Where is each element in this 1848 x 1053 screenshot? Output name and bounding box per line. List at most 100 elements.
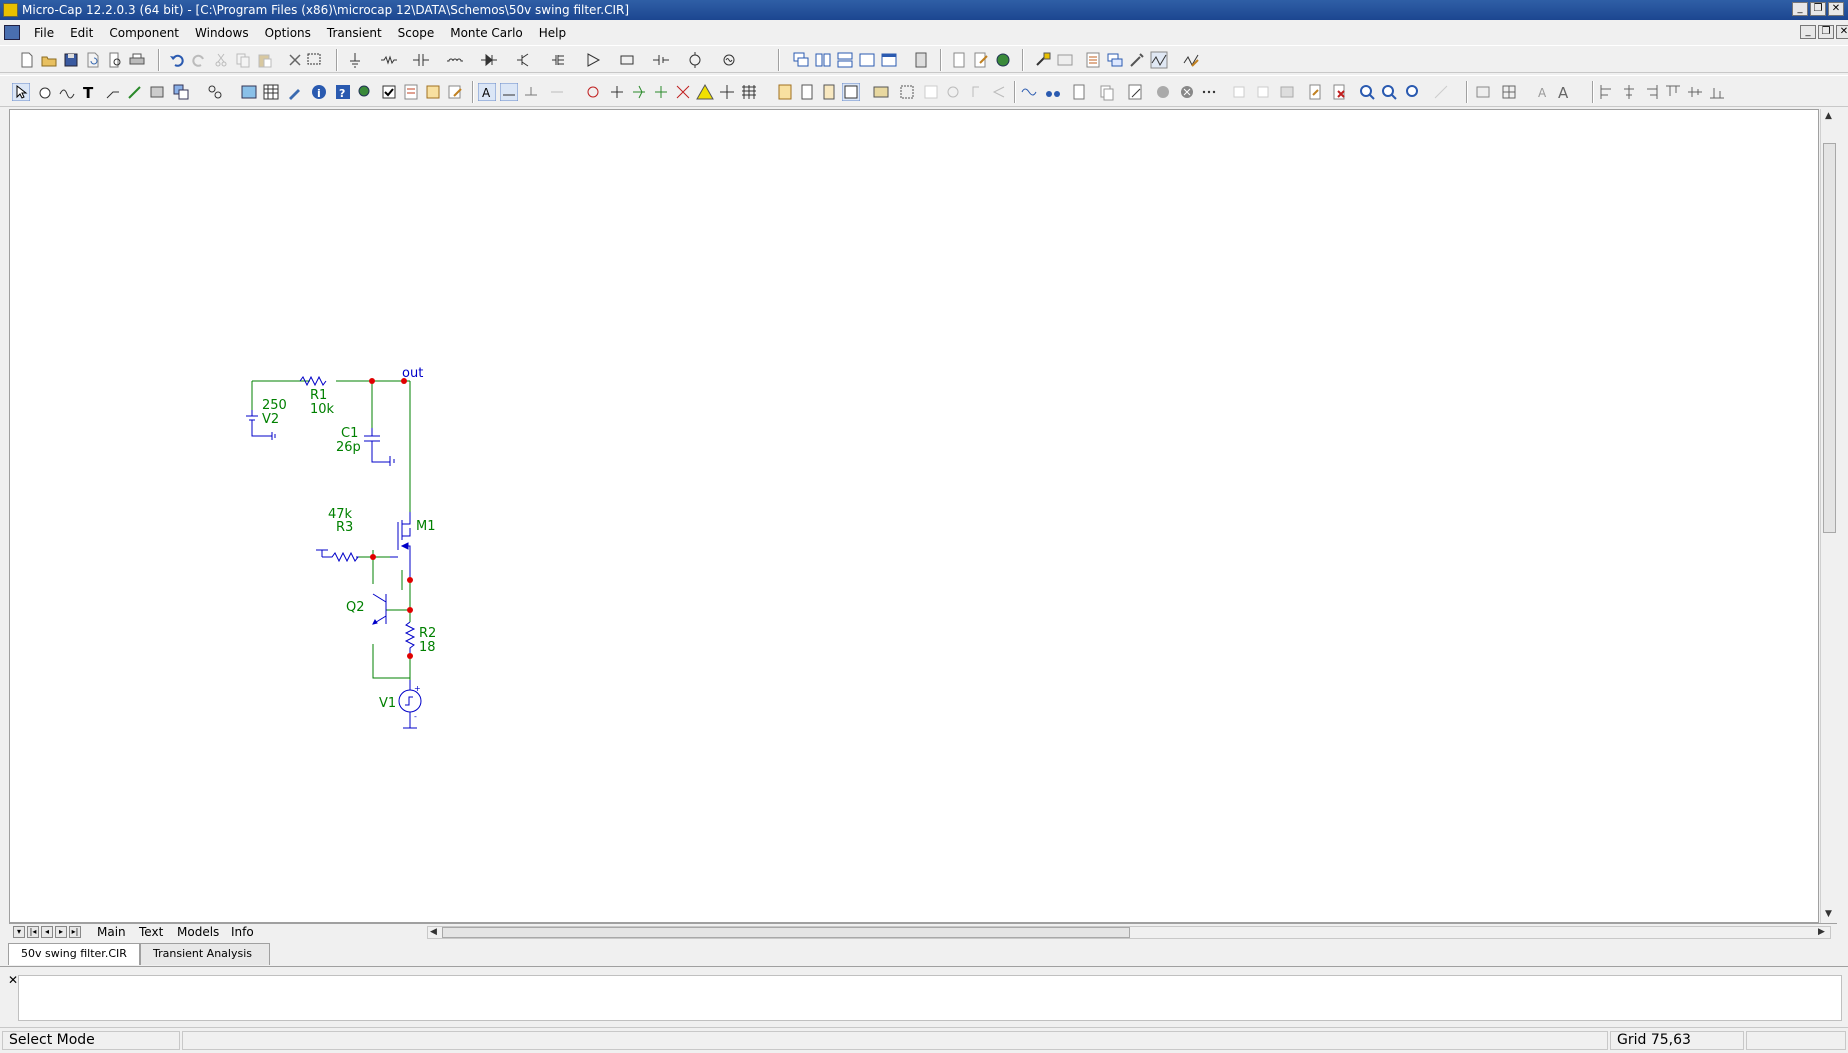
copy-icon[interactable] — [234, 51, 252, 69]
page-icon[interactable] — [950, 51, 968, 69]
crosshair-icon[interactable] — [718, 83, 736, 101]
app-icon[interactable] — [3, 3, 18, 17]
import-icon[interactable] — [1306, 83, 1324, 101]
maximize-window-icon[interactable] — [880, 51, 898, 69]
shapes-icon[interactable] — [172, 83, 190, 101]
grid-icon[interactable] — [740, 83, 758, 101]
binoculars-icon[interactable] — [1044, 83, 1062, 101]
waveform-icon[interactable] — [1150, 51, 1168, 69]
tab-last-icon[interactable]: ▸| — [69, 926, 81, 938]
flag-icon[interactable] — [206, 83, 224, 101]
find-text-icon[interactable] — [1020, 83, 1038, 101]
page-scale-icon[interactable] — [842, 83, 860, 101]
scroll-right-icon[interactable]: ▶ — [1818, 927, 1825, 937]
picture-icon[interactable] — [240, 83, 258, 101]
doc-tab-transient-analysis[interactable]: Transient Analysis — [140, 943, 270, 965]
text-tool-icon[interactable]: T — [80, 83, 98, 101]
zoom-in-icon[interactable] — [1358, 83, 1376, 101]
sheet-tab-main[interactable]: Main — [97, 925, 126, 939]
menu-monte-carlo[interactable]: Monte Carlo — [442, 26, 531, 40]
opamp-component-icon[interactable] — [584, 51, 602, 69]
image-icon[interactable] — [1278, 83, 1296, 101]
output-text-area[interactable] — [18, 975, 1842, 1021]
tile-vertical-icon[interactable] — [814, 51, 832, 69]
doc-copy-icon[interactable] — [1098, 83, 1116, 101]
schematic-canvas[interactable]: 250 V2 R1 10k C1 26p out M1 47k R3 Q2 R2… — [9, 109, 1819, 923]
crossover-icon[interactable] — [674, 83, 692, 101]
step-in-icon[interactable] — [1154, 83, 1172, 101]
properties-icon[interactable] — [872, 83, 890, 101]
pin-marker-icon[interactable] — [652, 83, 670, 101]
menu-component[interactable]: Component — [101, 26, 187, 40]
bus-icon[interactable] — [126, 83, 144, 101]
tab-prev-icon[interactable]: ◂ — [41, 926, 53, 938]
print-preview-icon[interactable] — [106, 51, 124, 69]
align-middle-icon[interactable] — [1686, 83, 1704, 101]
redo-icon[interactable] — [190, 51, 208, 69]
capacitor-component-icon[interactable] — [412, 51, 430, 69]
tab-next-icon[interactable]: ▸ — [55, 926, 67, 938]
output-close-icon[interactable]: ✕ — [8, 973, 18, 987]
font-large-icon[interactable]: A — [1556, 83, 1574, 101]
mosfet-m1[interactable] — [390, 512, 411, 580]
note-icon[interactable] — [424, 83, 442, 101]
pin-connection-icon[interactable] — [630, 83, 648, 101]
tools-icon[interactable] — [1128, 51, 1146, 69]
calculator-icon[interactable] — [912, 51, 930, 69]
resistor-r2[interactable] — [404, 621, 416, 656]
page-blank-icon[interactable] — [798, 83, 816, 101]
sheet-tab-text[interactable]: Text — [139, 925, 163, 939]
sheet-tab-info[interactable]: Info — [231, 925, 254, 939]
vertical-scrollbar[interactable]: ▲ ▼ — [1820, 109, 1837, 923]
menu-transient[interactable]: Transient — [319, 26, 390, 40]
npn-component-icon[interactable] — [514, 51, 532, 69]
align-center-icon[interactable] — [1620, 83, 1638, 101]
mosfet-component-icon[interactable] — [550, 51, 568, 69]
revert-icon[interactable] — [84, 51, 102, 69]
doc-tab-schematic[interactable]: 50v swing filter.CIR — [8, 943, 140, 965]
zoom-out-icon[interactable] — [1380, 83, 1398, 101]
sine-source-icon[interactable] — [720, 51, 738, 69]
scroll-up-icon[interactable]: ▲ — [1825, 111, 1832, 121]
new-file-icon[interactable] — [18, 51, 36, 69]
sheet-tab-models[interactable]: Models — [177, 925, 219, 939]
angle-tool-icon[interactable] — [990, 83, 1008, 101]
battery-component-icon[interactable] — [652, 51, 670, 69]
align-left-icon[interactable] — [1598, 83, 1616, 101]
warning-icon[interactable] — [696, 83, 714, 101]
help-icon[interactable]: ? — [334, 83, 352, 101]
menu-scope[interactable]: Scope — [390, 26, 443, 40]
menu-help[interactable]: Help — [531, 26, 574, 40]
page-fold-icon[interactable] — [820, 83, 838, 101]
delete-icon[interactable] — [286, 51, 304, 69]
tile-horizontal-icon[interactable] — [836, 51, 854, 69]
waveform-edit-icon[interactable] — [1182, 51, 1200, 69]
wire-diagonal-icon[interactable] — [104, 83, 122, 101]
diode-component-icon[interactable] — [480, 51, 498, 69]
probe-icon[interactable] — [1034, 51, 1052, 69]
scroll-down-icon[interactable]: ▼ — [1825, 909, 1832, 919]
globe-icon[interactable] — [994, 51, 1012, 69]
edit-note-icon[interactable] — [446, 83, 464, 101]
font-small-icon[interactable]: A — [1534, 83, 1552, 101]
tab-dropdown-icon[interactable]: ▾ — [13, 926, 25, 938]
stop-icon[interactable] — [1178, 83, 1196, 101]
condition-icon[interactable] — [608, 83, 626, 101]
source-component-icon[interactable] — [686, 51, 704, 69]
dual-component-icon[interactable] — [618, 51, 636, 69]
step-tool-icon[interactable] — [968, 83, 986, 101]
menu-options[interactable]: Options — [257, 26, 319, 40]
paste-disabled-icon[interactable] — [1254, 83, 1272, 101]
bom-icon[interactable] — [776, 83, 794, 101]
export-icon[interactable] — [1330, 83, 1348, 101]
window-icon[interactable] — [858, 51, 876, 69]
chart-edit-icon[interactable] — [1126, 83, 1144, 101]
component-icon[interactable] — [148, 83, 166, 101]
chat-icon[interactable] — [1106, 51, 1124, 69]
open-file-icon[interactable] — [40, 51, 58, 69]
current-icon[interactable] — [548, 83, 566, 101]
circle-tool-icon[interactable] — [944, 83, 962, 101]
minimize-icon[interactable]: _ — [1792, 2, 1808, 16]
power-icon[interactable] — [584, 83, 602, 101]
edit-page-icon[interactable] — [972, 51, 990, 69]
